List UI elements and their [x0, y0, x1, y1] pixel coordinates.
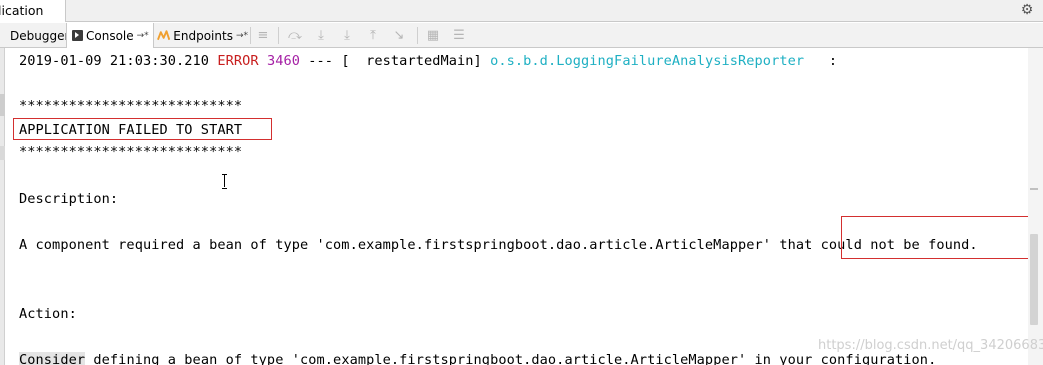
tool-window-tabbar: Debugger Console →* Endpoints →* ≡ ⤼ ⤓ ⤓… — [0, 23, 1043, 48]
vertical-scrollbar[interactable] — [1028, 48, 1043, 365]
left-strip-marker — [0, 94, 5, 116]
pin-icon[interactable]: →* — [236, 31, 248, 41]
highlight-box-failed — [13, 118, 272, 140]
text-cursor-icon — [221, 173, 228, 189]
tab-debugger-label: Debugger — [10, 28, 70, 43]
toolbar-separator — [278, 27, 279, 44]
toolbar-separator — [417, 27, 418, 44]
scrollbar-thumb[interactable] — [1030, 234, 1038, 325]
step-into-icon[interactable]: ⤓ — [313, 27, 329, 44]
title-tab[interactable]: lication — [0, 0, 66, 22]
log-timestamp: 2019-01-09 21:03:30.210 — [19, 53, 210, 69]
description-line: A component required a bean of type 'com… — [19, 237, 978, 253]
step-over-icon[interactable]: ⤼ — [287, 27, 303, 44]
stars-line-bottom: *************************** — [19, 144, 243, 160]
log-separator: --- [ — [300, 53, 350, 69]
log-level: ERROR — [217, 53, 259, 69]
console-output[interactable]: 2019-01-09 21:03:30.210 ERROR 3460 --- [… — [6, 48, 1028, 365]
pin-icon[interactable]: →* — [137, 31, 149, 41]
highlight-box-not-found — [841, 216, 1028, 259]
log-pid: 3460 — [266, 53, 300, 69]
tab-console-label: Console — [86, 28, 134, 43]
action-text: defining a bean of type 'com.example.fir… — [85, 352, 937, 365]
action-text-selected: Consider — [19, 352, 86, 365]
trace-icon[interactable]: ☰ — [451, 27, 467, 44]
force-step-into-icon[interactable]: ⤓ — [339, 27, 355, 44]
run-to-cursor-icon[interactable]: ↘ — [391, 27, 407, 44]
log-thread: restartedMain] — [349, 53, 482, 69]
log-line: 2019-01-09 21:03:30.210 ERROR 3460 --- [… — [19, 53, 837, 69]
action-line: Consider defining a bean of type 'com.ex… — [19, 352, 936, 365]
stars-line-top: *************************** — [19, 98, 243, 114]
left-tool-strip — [0, 48, 5, 365]
left-strip-marker — [0, 146, 5, 160]
tab-console[interactable]: Console →* — [66, 23, 154, 48]
step-out-icon[interactable]: ⤒ — [365, 27, 381, 44]
log-logger: o.s.b.d.LoggingFailureAnalysisReporter — [490, 53, 805, 69]
evaluate-icon[interactable]: ▦ — [425, 27, 441, 44]
console-icon — [72, 30, 83, 41]
log-tail: : — [804, 53, 838, 69]
watermark: https://blog.csdn.net/qq_34206683 — [818, 338, 1043, 353]
tab-endpoints[interactable]: Endpoints →* — [154, 23, 248, 48]
description-text: A component required a bean of type 'com… — [19, 237, 780, 253]
scroll-marker — [1030, 188, 1038, 190]
description-label: Description: — [19, 191, 119, 207]
toolbar-separator — [250, 27, 251, 44]
menu-icon[interactable]: ≡ — [255, 27, 271, 44]
action-label: Action: — [19, 306, 77, 322]
title-tab-label: lication — [0, 3, 44, 18]
title-bar: lication ⚙ — [0, 0, 1043, 22]
tab-endpoints-label: Endpoints — [173, 28, 233, 43]
tab-debugger[interactable]: Debugger — [4, 23, 73, 48]
gear-icon[interactable]: ⚙ — [1019, 2, 1035, 18]
endpoints-icon — [157, 30, 171, 41]
